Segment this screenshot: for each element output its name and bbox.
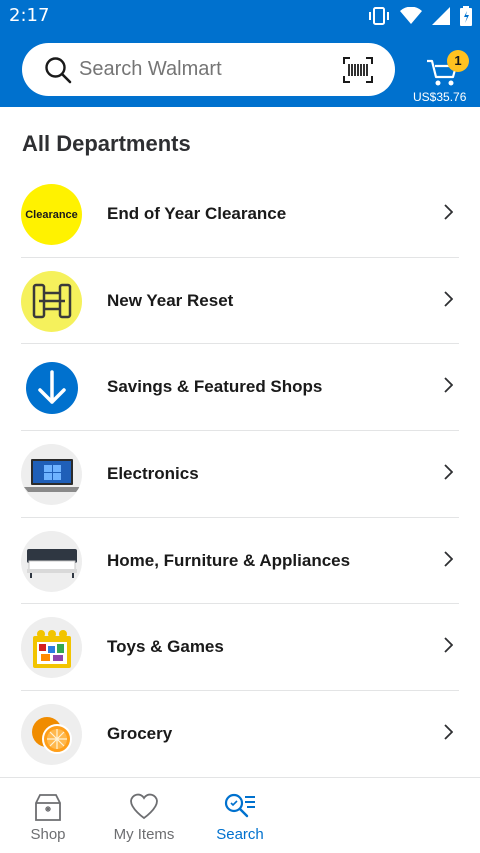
department-item-home-furniture-appliances[interactable]: Home, Furniture & Appliances <box>21 518 459 605</box>
status-time: 2:17 <box>9 5 50 26</box>
department-item-toys-games[interactable]: Toys & Games <box>21 604 459 692</box>
nav-label: My Items <box>113 826 175 843</box>
signal-icon <box>432 7 450 30</box>
department-label: Electronics <box>107 463 199 483</box>
bottom-navigation: Shop My Items Search <box>0 777 480 853</box>
dumbbell-icon <box>21 270 82 332</box>
nav-tab-search[interactable]: Search <box>192 778 288 853</box>
toy-box-icon <box>21 617 82 679</box>
clearance-thumbnail: Clearance <box>21 184 82 245</box>
barcode-scanner-icon[interactable] <box>343 57 373 88</box>
down-arrow-icon <box>21 357 82 418</box>
search-list-icon <box>192 792 288 822</box>
cart-total: US$35.76 <box>413 90 467 104</box>
wifi-icon <box>400 6 422 30</box>
chevron-right-icon <box>443 291 454 312</box>
department-label: Home, Furniture & Appliances <box>107 550 351 570</box>
department-item-grocery[interactable]: Grocery <box>21 691 459 778</box>
page-title: All Departments <box>22 131 191 156</box>
department-label: Grocery <box>107 723 173 743</box>
chevron-right-icon <box>443 724 454 745</box>
chevron-right-icon <box>443 464 454 485</box>
laptop-icon <box>21 444 82 506</box>
chevron-right-icon <box>443 551 454 572</box>
heart-icon <box>96 792 192 820</box>
chevron-right-icon <box>443 637 454 658</box>
department-list: Clearance End of Year Clearance New Year… <box>0 171 480 778</box>
bed-icon <box>21 530 82 592</box>
chevron-right-icon <box>443 377 454 398</box>
search-input[interactable] <box>79 52 319 86</box>
shop-icon <box>0 792 96 822</box>
orange-icon <box>21 704 82 766</box>
vibrate-icon <box>368 7 390 30</box>
status-bar: 2:17 <box>0 0 480 32</box>
department-label: Toys & Games <box>107 637 224 657</box>
cart-count-badge: 1 <box>447 50 469 72</box>
search-icon <box>44 56 72 89</box>
department-label: New Year Reset <box>107 290 234 310</box>
clearance-thumbnail-text: Clearance <box>25 208 78 221</box>
department-label: Savings & Featured Shops <box>107 377 323 397</box>
search-bar[interactable] <box>22 43 395 96</box>
nav-label: Shop <box>30 826 66 843</box>
nav-tab-shop[interactable]: Shop <box>0 778 96 853</box>
battery-icon <box>460 6 472 31</box>
department-label: End of Year Clearance <box>107 203 287 223</box>
nav-tab-my-items[interactable]: My Items <box>96 778 192 853</box>
department-item-end-of-year-clearance[interactable]: Clearance End of Year Clearance <box>21 171 459 258</box>
app-header: 2:17 1 US$35.76 <box>0 0 480 107</box>
status-icons <box>368 6 472 31</box>
chevron-right-icon <box>443 204 454 225</box>
department-item-new-year-reset[interactable]: New Year Reset <box>21 258 459 345</box>
department-item-savings-featured-shops[interactable]: Savings & Featured Shops <box>21 344 459 432</box>
nav-label: Search <box>216 826 264 843</box>
department-item-electronics[interactable]: Electronics <box>21 431 459 518</box>
